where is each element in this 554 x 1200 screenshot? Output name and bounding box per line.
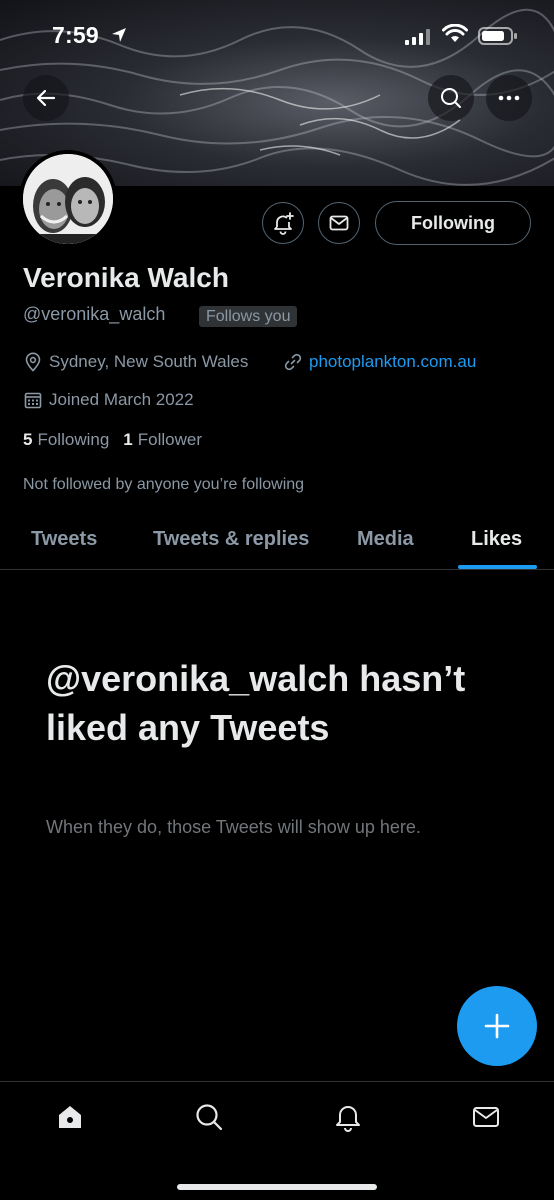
following-button[interactable]: Following <box>375 201 531 245</box>
joined-row: Joined March 2022 <box>24 390 194 410</box>
more-options-button[interactable] <box>486 75 532 121</box>
location-arrow-icon <box>112 28 126 42</box>
link-icon <box>284 353 302 371</box>
avatar-photo <box>23 154 113 244</box>
location-text: Sydney, New South Wales <box>49 352 249 371</box>
bell-icon[interactable] <box>333 1102 363 1132</box>
not-followed-note: Not followed by anyone you’re following <box>23 476 305 493</box>
avatar[interactable] <box>19 150 117 248</box>
message-button[interactable] <box>318 202 360 244</box>
follow-counts: 5 Following 1 Follower <box>23 430 216 450</box>
battery-icon <box>478 27 517 45</box>
following-count: 5 <box>23 430 33 449</box>
notify-button[interactable] <box>262 202 304 244</box>
envelope-icon[interactable] <box>471 1102 501 1132</box>
tab-tweets[interactable]: Tweets <box>31 528 97 551</box>
followers-count-link[interactable]: 1 Follower <box>123 430 202 450</box>
website-link[interactable]: photoplankton.com.au <box>309 352 476 372</box>
cellular-signal-icon <box>405 29 430 45</box>
back-button[interactable] <box>23 75 69 121</box>
display-name: Veronika Walch <box>23 262 229 293</box>
search-icon <box>441 88 461 108</box>
home-icon[interactable] <box>55 1102 85 1132</box>
home-indicator <box>177 1184 377 1190</box>
search-button[interactable] <box>428 75 474 121</box>
followers-label: Follower <box>137 430 202 449</box>
tab-media[interactable]: Media <box>357 528 414 551</box>
wifi-icon <box>442 24 468 42</box>
calendar-icon <box>24 392 42 409</box>
location-row: Sydney, New South Wales <box>24 352 248 372</box>
follows-you-badge: Follows you <box>199 306 298 327</box>
bottom-nav <box>0 1081 554 1200</box>
compose-tweet-button[interactable] <box>457 986 537 1066</box>
active-tab-indicator <box>458 565 537 569</box>
location-pin-icon <box>25 352 41 372</box>
profile-tabs: Tweets Tweets & replies Media Likes <box>0 514 554 570</box>
empty-state-title: @veronika_walch hasn’t liked any Tweets <box>46 658 466 748</box>
arrow-left-icon <box>36 89 56 107</box>
status-bar: 7:59 <box>0 0 554 72</box>
followers-count: 1 <box>123 430 133 449</box>
search-icon[interactable] <box>194 1102 224 1132</box>
envelope-icon <box>329 215 349 231</box>
more-horizontal-icon <box>498 95 520 101</box>
profile-handle: @veronika_walch <box>23 304 166 324</box>
plus-icon <box>484 1013 510 1039</box>
joined-text: Joined March 2022 <box>49 390 194 409</box>
empty-state-subtitle: When they do, those Tweets will show up … <box>46 817 421 837</box>
tab-likes[interactable]: Likes <box>471 528 522 551</box>
bell-plus-icon <box>274 212 294 235</box>
tab-tweets-and-replies[interactable]: Tweets & replies <box>153 528 309 551</box>
status-time: 7:59 <box>52 22 99 48</box>
website-row[interactable]: photoplankton.com.au <box>284 352 476 372</box>
following-label: Following <box>37 430 110 449</box>
following-count-link[interactable]: 5 Following <box>23 430 109 450</box>
